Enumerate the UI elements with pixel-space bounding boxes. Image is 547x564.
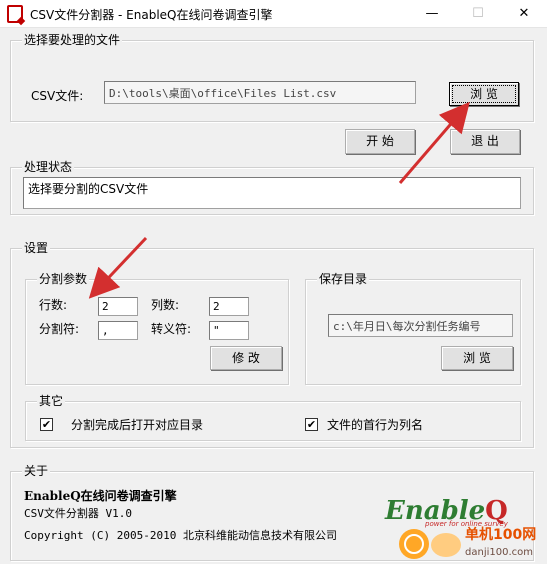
exit-button[interactable]: 退 出 [450,129,520,154]
rows-label: 行数: [39,298,68,312]
csv-file-label: CSV文件: [31,89,84,103]
product-name: EnableQ在线问卷调查引擎 [24,489,177,503]
header-row-label[interactable]: 文件的首行为列名 [327,418,423,432]
watermark-circle-icon [431,533,461,557]
about-legend: 关于 [22,464,51,478]
app-icon [7,5,23,23]
status-message: 选择要分割的CSV文件 [23,177,521,209]
checkmark-icon: ✔ [306,418,317,431]
copyright-line: Copyright (C) 2005-2010 北京科维能动信息技术有限公司 [24,529,337,542]
checkmark-icon: ✔ [41,418,52,431]
watermark-badge-icon [399,529,429,559]
status-group-legend: 处理状态 [22,160,75,174]
split-params-legend: 分割参数 [37,272,90,286]
escape-input[interactable]: " [209,321,249,340]
start-button[interactable]: 开 始 [345,129,415,154]
title-bar: CSV文件分割器 - EnableQ在线问卷调查引擎 — ☐ ✕ [0,0,547,28]
modify-button[interactable]: 修 改 [210,346,282,370]
watermark-site: 单机100网 [465,527,537,543]
window-title: CSV文件分割器 - EnableQ在线问卷调查引擎 [30,8,273,22]
cols-label: 列数: [151,298,180,312]
cols-input[interactable]: 2 [209,297,249,316]
browse-csv-button[interactable]: 浏 览 [449,82,519,106]
escape-label: 转义符: [151,322,192,336]
open-dir-label[interactable]: 分割完成后打开对应目录 [71,418,203,432]
close-button[interactable]: ✕ [501,0,547,28]
save-dir-legend: 保存目录 [317,272,370,286]
browse-save-dir-button[interactable]: 浏 览 [441,346,513,370]
csv-path-field[interactable]: D:\tools\桌面\office\Files List.csv [104,81,416,104]
settings-legend: 设置 [22,241,51,255]
header-row-checkbox[interactable]: ✔ [305,418,318,431]
other-legend: 其它 [37,394,66,408]
separator-input[interactable]: , [98,321,138,340]
watermark-url: danji100.com [465,547,533,558]
version-line: CSV文件分割器 V1.0 [24,507,132,520]
separator-label: 分割符: [39,322,80,336]
rows-input[interactable]: 2 [98,297,138,316]
open-dir-checkbox[interactable]: ✔ [40,418,53,431]
maximize-button[interactable]: ☐ [455,0,501,28]
file-group-legend: 选择要处理的文件 [22,33,123,47]
save-dir-field[interactable]: c:\年月日\每次分割任务编号 [328,314,513,337]
minimize-button[interactable]: — [409,0,455,28]
